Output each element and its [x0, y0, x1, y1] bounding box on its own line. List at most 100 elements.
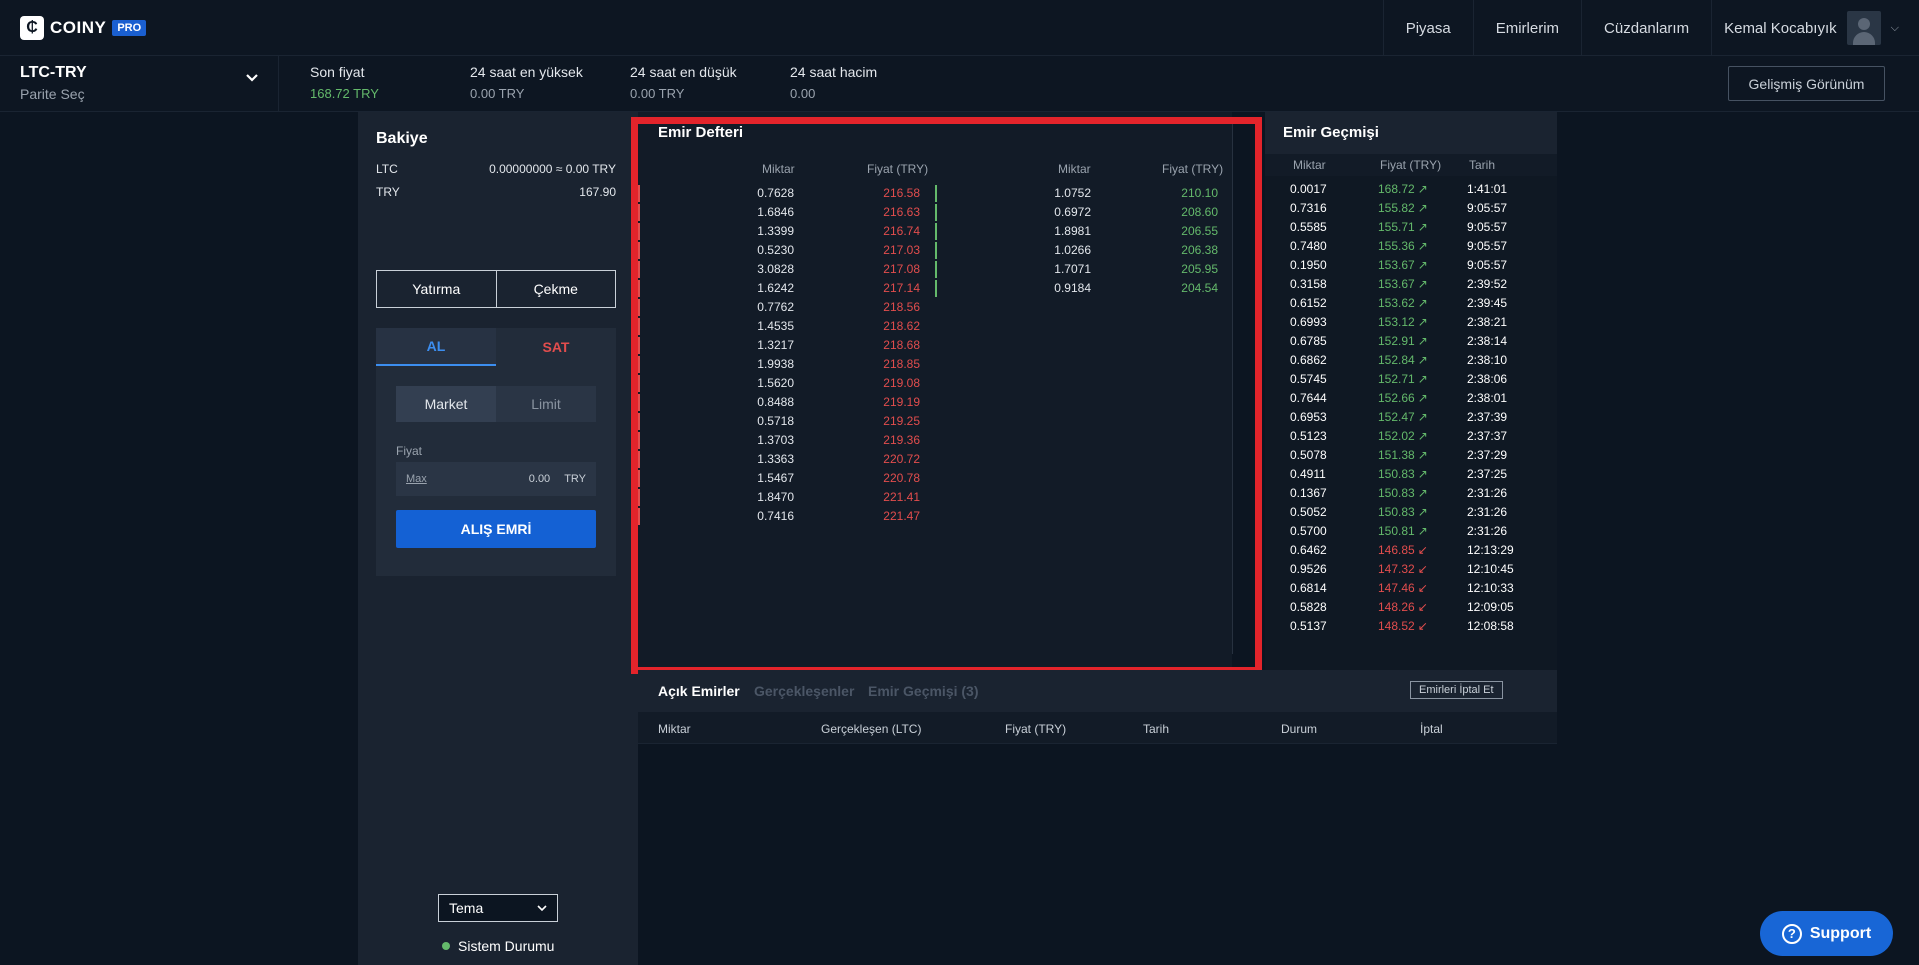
history-row: 0.4911 150.83 ↗ 2:37:25 — [1265, 465, 1557, 484]
history-row: 0.6785 152.91 ↗ 2:38:14 — [1265, 332, 1557, 351]
trade-form: AL SAT Market Limit Fiyat Max 0.00 TRY A… — [376, 328, 616, 576]
col-amount: Miktar — [658, 722, 691, 736]
tab-filled-orders[interactable]: Gerçekleşenler — [754, 683, 854, 699]
logo[interactable]: ₵ COINY PRO — [20, 16, 147, 40]
open-orders-columns: Miktar Gerçekleşen (LTC) Fiyat (TRY) Tar… — [638, 712, 1557, 744]
history-amount: 0.5078 — [1290, 448, 1327, 462]
arrow-up-right-icon: ↗ — [1417, 296, 1428, 310]
history-time: 12:09:05 — [1467, 600, 1514, 614]
history-time: 9:05:57 — [1467, 258, 1508, 272]
balance-title: Bakiye — [376, 130, 428, 147]
history-price: 150.83 ↗ — [1378, 484, 1428, 503]
arrow-up-right-icon: ↗ — [1417, 182, 1428, 196]
history-row: 0.5828 148.26 ↙ 12:09:05 — [1265, 598, 1557, 617]
history-time: 2:37:25 — [1467, 467, 1508, 481]
max-link[interactable]: Max — [406, 473, 427, 485]
nav-cuzdanlarim[interactable]: Cüzdanlarım — [1581, 0, 1711, 56]
deposit-button[interactable]: Yatırma — [377, 271, 497, 307]
arrow-up-right-icon: ↗ — [1417, 201, 1428, 215]
history-price: 153.62 ↗ — [1378, 294, 1428, 313]
history-columns: Miktar Fiyat (TRY) Tarih — [1265, 154, 1557, 176]
history-amount: 0.5137 — [1290, 619, 1327, 633]
history-time: 2:37:39 — [1467, 410, 1508, 424]
user-menu[interactable]: Kemal Kocabıyık ⌵ — [1711, 0, 1919, 56]
system-status[interactable]: Sistem Durumu — [442, 938, 554, 954]
history-amount: 0.1367 — [1290, 486, 1327, 500]
history-amount: 0.5123 — [1290, 429, 1327, 443]
pair-selector[interactable]: LTC-TRY Parite Seç — [20, 64, 87, 102]
history-row: 0.6462 146.85 ↙ 12:13:29 — [1265, 541, 1557, 560]
history-price-value: 152.84 — [1378, 353, 1415, 367]
history-price-value: 155.36 — [1378, 239, 1415, 253]
tab-order-history[interactable]: Emir Geçmişi (3) — [868, 683, 979, 699]
history-time: 2:31:26 — [1467, 524, 1508, 538]
chevron-down-icon[interactable] — [244, 70, 260, 86]
arrow-up-right-icon: ↗ — [1417, 486, 1428, 500]
history-amount: 0.1950 — [1290, 258, 1327, 272]
arrow-down-left-icon: ↙ — [1417, 600, 1428, 614]
nav-emirlerim[interactable]: Emirlerim — [1472, 0, 1581, 56]
theme-select[interactable]: Tema — [438, 894, 558, 922]
history-amount: 0.6814 — [1290, 581, 1327, 595]
arrow-up-right-icon: ↗ — [1417, 220, 1428, 234]
tab-open-orders[interactable]: Açık Emirler — [658, 683, 740, 699]
divider — [278, 56, 279, 112]
history-time: 2:39:45 — [1467, 296, 1508, 310]
tab-buy[interactable]: AL — [376, 328, 496, 366]
history-row: 0.3158 153.67 ↗ 2:39:52 — [1265, 275, 1557, 294]
buy-order-button[interactable]: ALIŞ EMRİ — [396, 510, 596, 548]
history-price-value: 168.72 — [1378, 182, 1415, 196]
pair-select-label: Parite Seç — [20, 86, 85, 102]
withdraw-button[interactable]: Çekme — [497, 271, 616, 307]
history-price: 148.26 ↙ — [1378, 598, 1428, 617]
history-time: 2:38:06 — [1467, 372, 1508, 386]
arrow-up-right-icon: ↗ — [1417, 448, 1428, 462]
stat-24h-volume: 24 saat hacim 0.00 — [790, 64, 878, 101]
buy-sell-tabs: AL SAT — [376, 328, 616, 366]
main-nav: Piyasa Emirlerim Cüzdanlarım Kemal Kocab… — [1382, 0, 1919, 56]
history-price: 152.66 ↗ — [1378, 389, 1428, 408]
history-time: 12:08:58 — [1467, 619, 1514, 633]
arrow-up-right-icon: ↗ — [1417, 467, 1428, 481]
history-price-value: 146.85 — [1378, 543, 1415, 557]
coiny-logo-icon: ₵ — [20, 16, 44, 40]
history-amount: 0.6462 — [1290, 543, 1327, 557]
history-row: 0.6993 153.12 ↗ 2:38:21 — [1265, 313, 1557, 332]
history-amount: 0.5700 — [1290, 524, 1327, 538]
advanced-view-button[interactable]: Gelişmiş Görünüm — [1728, 66, 1885, 101]
order-type-market[interactable]: Market — [396, 386, 496, 422]
chevron-down-icon — [537, 905, 547, 912]
history-row: 0.7480 155.36 ↗ 9:05:57 — [1265, 237, 1557, 256]
history-time: 2:37:37 — [1467, 429, 1508, 443]
history-amount: 0.7316 — [1290, 201, 1327, 215]
history-price: 147.32 ↙ — [1378, 560, 1428, 579]
history-row: 0.6814 147.46 ↙ 12:10:33 — [1265, 579, 1557, 598]
history-row: 0.5585 155.71 ↗ 9:05:57 — [1265, 218, 1557, 237]
history-price: 153.67 ↗ — [1378, 275, 1428, 294]
status-dot-icon — [442, 942, 450, 950]
tab-sell[interactable]: SAT — [496, 328, 616, 366]
price-value: 0.00 — [528, 473, 551, 485]
pro-badge: PRO — [112, 20, 147, 36]
history-price: 151.38 ↗ — [1378, 446, 1428, 465]
price-input[interactable]: Max 0.00 TRY — [396, 462, 596, 496]
support-button[interactable]: ? Support — [1760, 911, 1893, 956]
history-amount: 0.5585 — [1290, 220, 1327, 234]
history-row: 0.7316 155.82 ↗ 9:05:57 — [1265, 199, 1557, 218]
history-row: 0.5745 152.71 ↗ 2:38:06 — [1265, 370, 1557, 389]
stat-24h-low: 24 saat en düşük 0.00 TRY — [630, 64, 737, 101]
history-price-value: 155.82 — [1378, 201, 1415, 215]
history-amount: 0.5745 — [1290, 372, 1327, 386]
history-time: 2:38:14 — [1467, 334, 1508, 348]
order-type-limit[interactable]: Limit — [496, 386, 596, 422]
history-price: 155.71 ↗ — [1378, 218, 1428, 237]
history-amount: 0.0017 — [1290, 182, 1327, 196]
col-price: Fiyat (TRY) — [1380, 158, 1442, 172]
cancel-all-orders-button[interactable]: Emirleri İptal Et — [1410, 681, 1503, 699]
history-row: 0.9526 147.32 ↙ 12:10:45 — [1265, 560, 1557, 579]
highlight-box — [631, 117, 1262, 674]
history-price-value: 152.02 — [1378, 429, 1415, 443]
history-row: 0.5700 150.81 ↗ 2:31:26 — [1265, 522, 1557, 541]
history-price: 150.83 ↗ — [1378, 465, 1428, 484]
nav-piyasa[interactable]: Piyasa — [1382, 0, 1473, 56]
